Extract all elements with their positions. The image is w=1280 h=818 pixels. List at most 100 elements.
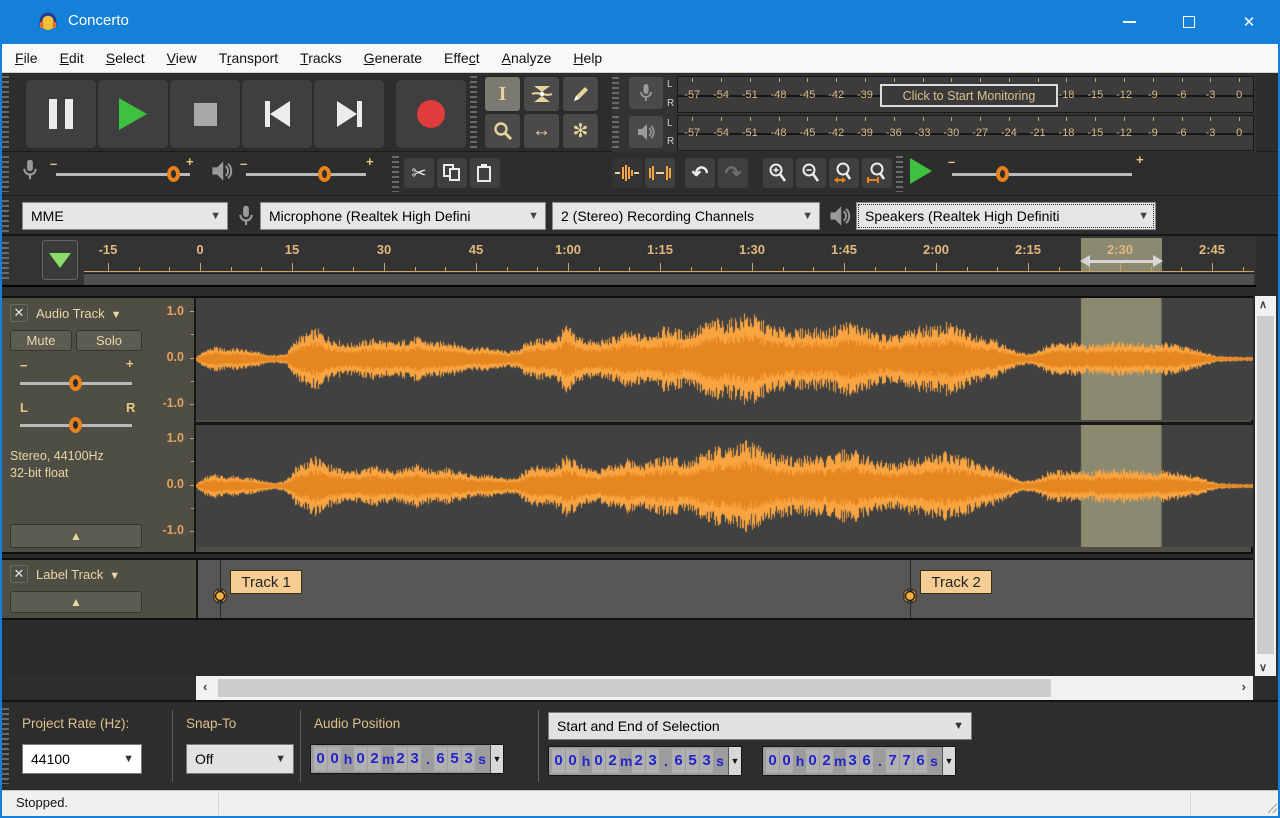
recording-meter-grip[interactable]: [612, 77, 619, 112]
redo-button[interactable]: ↷: [718, 158, 748, 188]
selection-mode-select[interactable]: Start and End of Selection ▼: [548, 712, 972, 740]
menu-select[interactable]: Select: [95, 44, 156, 73]
output-volume-thumb[interactable]: [317, 166, 331, 182]
cut-button[interactable]: ✂: [404, 158, 434, 188]
track-label-chip[interactable]: Track 1: [230, 570, 302, 594]
playback-meter[interactable]: LR -57 -54 -51 -48 -45 -42 -39 -36 -33 -30 -27 -24-…: [612, 114, 1256, 152]
vertical-scroll-thumb[interactable]: [1257, 316, 1274, 654]
time-field-spinner[interactable]: ▼: [728, 747, 741, 775]
track-label-chip[interactable]: Track 2: [920, 570, 992, 594]
time-digit[interactable]: 2: [394, 747, 407, 771]
time-digit[interactable]: 0: [806, 749, 819, 773]
trim-audio-button[interactable]: [612, 158, 642, 188]
label-track-name-menu[interactable]: Label Track ▼: [36, 567, 120, 582]
tools-toolbar-grip[interactable]: [470, 76, 477, 148]
envelope-tool-button[interactable]: [523, 76, 560, 112]
recording-channels-select[interactable]: 2 (Stereo) Recording Channels ▼: [552, 202, 820, 230]
menu-transport[interactable]: Transport: [208, 44, 289, 73]
multi-tool-button[interactable]: ✻: [562, 113, 599, 149]
label-track-area[interactable]: Track 1 Track 2: [196, 560, 1253, 618]
menu-view[interactable]: View: [156, 44, 208, 73]
time-digit[interactable]: 0: [314, 747, 327, 771]
selection-end-field[interactable]: 0 0 h 0 2 m 3 6. 7 7 6 s ▼: [762, 746, 956, 776]
selection-toolbar-grip[interactable]: [2, 708, 9, 784]
scroll-right-icon[interactable]: ›: [1242, 679, 1246, 694]
collapse-track-button[interactable]: ▲: [10, 524, 142, 548]
waveform-channel-left[interactable]: [196, 298, 1253, 420]
resize-grip[interactable]: [1267, 803, 1277, 813]
label-marker-icon[interactable]: [902, 586, 918, 606]
maximize-button[interactable]: [1160, 0, 1218, 44]
time-shift-tool-button[interactable]: ↔: [523, 113, 560, 149]
silence-audio-button[interactable]: [645, 158, 675, 188]
playback-meter-speaker-button[interactable]: [629, 116, 663, 148]
time-digit[interactable]: 2: [368, 747, 381, 771]
play-at-speed-button[interactable]: [910, 158, 932, 184]
output-volume-slider[interactable]: [246, 173, 366, 176]
solo-button[interactable]: Solo: [76, 330, 142, 351]
selection-range-arrow[interactable]: [1079, 255, 1164, 267]
time-field-spinner[interactable]: ▼: [942, 747, 955, 775]
gain-thumb[interactable]: [69, 375, 82, 391]
menu-help[interactable]: Help: [562, 44, 613, 73]
project-rate-select[interactable]: 44100 ▼: [22, 744, 142, 774]
menu-generate[interactable]: Generate: [353, 44, 433, 73]
time-digit[interactable]: 7: [900, 749, 913, 773]
play-at-speed-grip[interactable]: [896, 156, 903, 192]
label-marker-icon[interactable]: [212, 586, 228, 606]
close-button[interactable]: ✕: [1220, 0, 1278, 44]
selection-tool-button[interactable]: I: [484, 76, 521, 112]
time-digit[interactable]: 3: [462, 747, 475, 771]
waveform-channel-right[interactable]: [196, 425, 1253, 547]
close-track-button[interactable]: ✕: [10, 304, 28, 322]
paste-button[interactable]: [470, 158, 500, 188]
time-digit[interactable]: 3: [700, 749, 713, 773]
zoom-in-button[interactable]: [763, 158, 793, 188]
time-digit[interactable]: 2: [820, 749, 833, 773]
device-toolbar-grip[interactable]: [2, 200, 9, 232]
skip-to-start-button[interactable]: [242, 80, 312, 148]
scroll-down-icon[interactable]: ∨: [1259, 661, 1267, 674]
playback-device-select[interactable]: Speakers (Realtek High Definiti ▼: [856, 202, 1156, 230]
zoom-selection-button[interactable]: [829, 158, 859, 188]
timeline-options-button[interactable]: [42, 240, 78, 280]
record-button[interactable]: [396, 80, 466, 148]
play-speed-thumb[interactable]: [996, 166, 1009, 182]
minimize-button[interactable]: [1100, 0, 1158, 44]
horizontal-scroll-thumb[interactable]: [218, 679, 1051, 697]
ruler-grip[interactable]: [2, 242, 9, 280]
horizontal-scrollbar[interactable]: ‹ ›: [196, 676, 1253, 700]
time-digit[interactable]: 5: [686, 749, 699, 773]
time-digit[interactable]: .: [660, 749, 672, 773]
time-digit[interactable]: 0: [354, 747, 367, 771]
close-label-track-button[interactable]: ✕: [10, 565, 28, 583]
time-digit[interactable]: 3: [846, 749, 859, 773]
time-digit[interactable]: 0: [566, 749, 579, 773]
monitoring-tooltip[interactable]: Click to Start Monitoring: [880, 84, 1058, 107]
zoom-fit-button[interactable]: [862, 158, 892, 188]
scroll-up-icon[interactable]: ∧: [1259, 298, 1267, 311]
time-digit[interactable]: 0: [780, 749, 793, 773]
recording-device-select[interactable]: Microphone (Realtek High Defini ▼: [260, 202, 546, 230]
time-digit[interactable]: 3: [408, 747, 421, 771]
time-digit[interactable]: 6: [434, 747, 447, 771]
transport-toolbar-grip[interactable]: [2, 76, 9, 148]
play-button[interactable]: [98, 80, 168, 148]
time-digit[interactable]: 0: [328, 747, 341, 771]
playback-meter-bar[interactable]: -57 -54 -51 -48 -45 -42 -39 -36 -33 -30 -27 -24 -21-…: [677, 115, 1254, 151]
menu-file[interactable]: File: [4, 44, 49, 73]
time-digit[interactable]: 6: [672, 749, 685, 773]
playback-meter-grip[interactable]: [612, 116, 619, 150]
copy-button[interactable]: [437, 158, 467, 188]
edit-toolbar-grip[interactable]: [392, 156, 399, 192]
draw-tool-button[interactable]: [562, 76, 599, 112]
undo-button[interactable]: ↶: [685, 158, 715, 188]
menu-effect[interactable]: Effect: [433, 44, 491, 73]
input-volume-thumb[interactable]: [166, 166, 180, 182]
time-digit[interactable]: 0: [766, 749, 779, 773]
collapse-label-track-button[interactable]: ▲: [10, 591, 142, 613]
mute-button[interactable]: Mute: [10, 330, 72, 351]
audio-track-name-menu[interactable]: Audio Track ▼: [36, 306, 122, 321]
time-digit[interactable]: 2: [632, 749, 645, 773]
audio-host-select[interactable]: MME ▼: [22, 202, 228, 230]
